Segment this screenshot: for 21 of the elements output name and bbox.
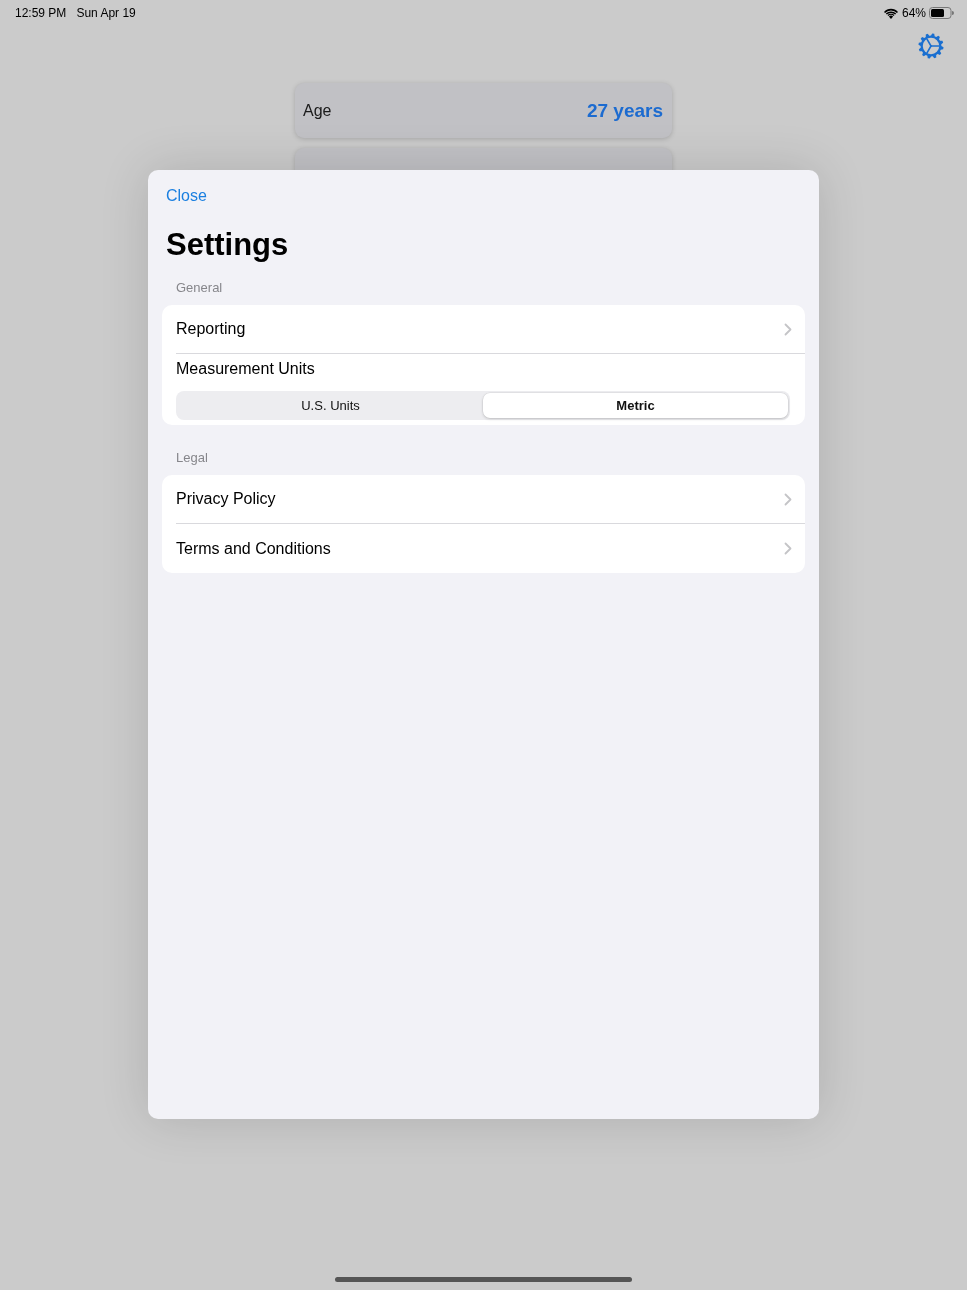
settings-row[interactable]: Terms and Conditions [176, 524, 805, 573]
status-time: 12:59 PM [15, 6, 67, 20]
status-date: Sun Apr 19 [76, 6, 136, 20]
close-button[interactable]: Close [166, 186, 207, 206]
section-header: General [176, 280, 223, 296]
chevron-right-icon [784, 542, 792, 555]
chevron-right-icon [784, 322, 792, 336]
battery-percent: 64% [901, 6, 926, 20]
segment-option[interactable]: Metric [483, 393, 788, 418]
settings-row[interactable]: Privacy Policy [176, 475, 805, 524]
segment-option[interactable]: U.S. Units [178, 393, 483, 418]
card-label: Age [303, 101, 332, 120]
card-value: 27 years [586, 99, 663, 122]
sheet-title: Settings [166, 226, 290, 264]
battery-icon [929, 7, 954, 19]
chevron-right-icon [784, 492, 792, 506]
settings-row[interactable]: Reporting [176, 305, 805, 354]
section-header: Legal [176, 450, 208, 466]
row-label: Measurement Units [176, 359, 315, 379]
wifi-icon [883, 7, 898, 19]
settings-icon[interactable] [918, 33, 944, 59]
